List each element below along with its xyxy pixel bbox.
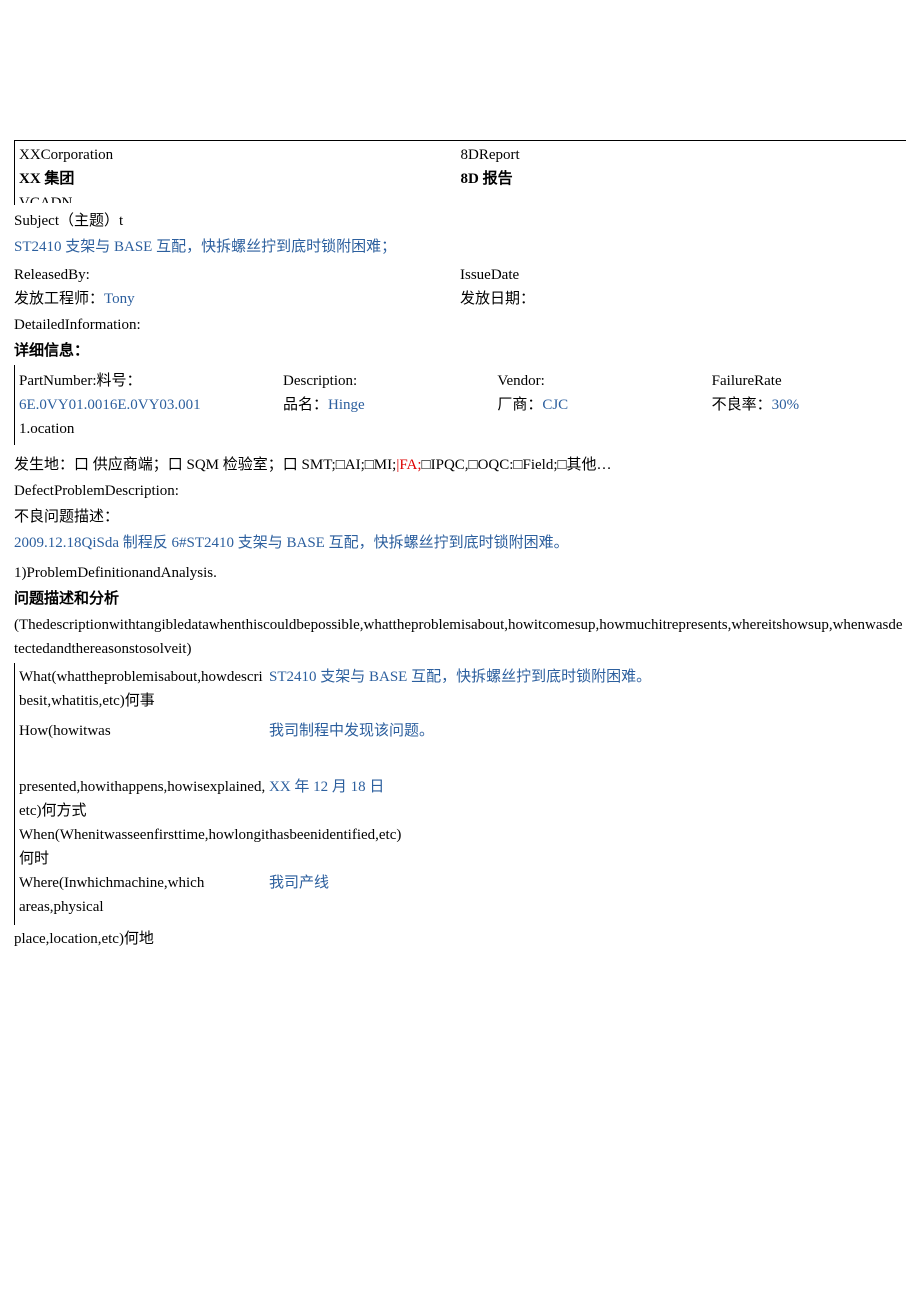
- description-row: 品名：Hinge: [283, 393, 473, 417]
- location-checkboxes: 发生地：口 供应商端；口 SQM 检验室；口 SMT;□AI;□MI;|FA;□…: [14, 453, 906, 477]
- where-value: 我司产线: [269, 871, 902, 895]
- where-label-3: place,location,etc)何地: [14, 927, 906, 951]
- defect-value: 2009.12.18QiSda 制程反 6#ST2410 支架与 BASE 互配…: [14, 531, 906, 555]
- vendor-value: CJC: [542, 397, 568, 413]
- what-label: What(whattheproblemisabout,howdescribesi…: [19, 665, 269, 713]
- how-label: How(howitwas: [19, 719, 269, 743]
- vendor-row: 厂商：CJC: [497, 393, 687, 417]
- corp-name-en: XXCorporation: [19, 143, 461, 167]
- subject-label: Subject（主题）t: [14, 209, 906, 233]
- when-label: When(Whenitwasseenfirsttime,howlongithas…: [19, 823, 902, 847]
- released-by-cn: 发放工程师：Tony: [14, 287, 460, 311]
- detailed-info-cn: 详细信息：: [14, 339, 906, 363]
- header-box: XXCorporation 8DReport XX 集团 8D 报告 VCADN: [14, 140, 906, 205]
- details-box: PartNumber:料号： 6E.0VY01.0016E.0VY03.001 …: [14, 365, 906, 445]
- issue-date-en: IssueDate: [460, 263, 906, 287]
- where-label: Where(Inwhichmachine,which: [19, 871, 269, 895]
- location-label-partial: 1.ocation: [19, 417, 259, 441]
- subject-value: ST2410 支架与 BASE 互配，快拆螺丝拧到底时锁附困难；: [14, 235, 906, 259]
- how-value: 我司制程中发现该问题。: [269, 719, 902, 743]
- failure-rate-row: 不良率：30%: [712, 393, 902, 417]
- where-label-2: areas,physical: [19, 895, 269, 919]
- wh-table: What(whattheproblemisabout,howdescribesi…: [14, 663, 906, 925]
- defect-label-en: DefectProblemDescription:: [14, 479, 906, 503]
- description-label: Description:: [283, 369, 473, 393]
- vendor-label: Vendor:: [497, 369, 687, 393]
- d1-note: (Thedescriptionwithtangibledatawhenthisc…: [14, 613, 906, 661]
- defect-label-cn: 不良问题描述：: [14, 505, 906, 529]
- what-value: ST2410 支架与 BASE 互配，快拆螺丝拧到底时锁附困难。: [269, 665, 902, 713]
- released-by-value: Tony: [104, 291, 135, 307]
- when-label-2: 何时: [19, 847, 269, 871]
- corp-name-cn: XX 集团: [19, 167, 461, 191]
- issue-date-cn: 发放日期：: [460, 287, 906, 311]
- report-title-en: 8DReport: [461, 143, 903, 167]
- when-value: XX 年 12 月 18 日: [269, 775, 902, 823]
- description-value: Hinge: [328, 397, 365, 413]
- d1-title-en: 1)ProblemDefinitionandAnalysis.: [14, 561, 906, 585]
- how-label-2: presented,howithappens,howisexplained,et…: [19, 775, 269, 823]
- failure-rate-label: FailureRate: [712, 369, 902, 393]
- failure-rate-value: 30%: [772, 397, 800, 413]
- truncated-line: VCADN: [19, 191, 902, 203]
- part-number-value: 6E.0VY01.0016E.0VY03.001: [19, 393, 259, 417]
- d1-title-cn: 问题描述和分析: [14, 587, 906, 611]
- report-title-cn: 8D 报告: [461, 167, 903, 191]
- part-number-label: PartNumber:料号：: [19, 369, 259, 393]
- detailed-info-en: DetailedInformation:: [14, 313, 906, 337]
- fa-mark: |FA;: [396, 457, 421, 473]
- released-by-en: ReleasedBy:: [14, 263, 460, 287]
